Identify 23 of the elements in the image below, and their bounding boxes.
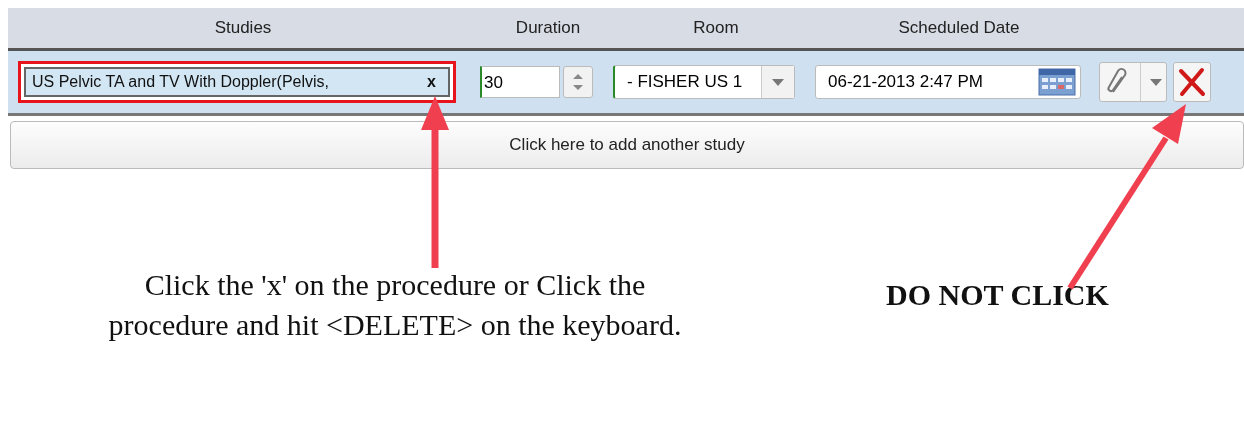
- column-header: Studies: [213, 18, 273, 38]
- calendar-icon: [1038, 68, 1076, 96]
- column-header: Scheduled Date: [897, 18, 1021, 38]
- add-study-button[interactable]: Click here to add another study: [10, 121, 1244, 169]
- caret-icon: [1149, 78, 1162, 86]
- column-header: Duration: [514, 18, 582, 38]
- warning-text: DO NOT CLICK: [886, 277, 1109, 313]
- date-value: 06-21-2013 2:47 PM: [828, 72, 983, 92]
- room-value: - FISHER US 1: [626, 71, 744, 93]
- spinner-arrows-icon: [571, 71, 585, 93]
- delete-button[interactable]: [1173, 62, 1211, 102]
- study-chip[interactable]: US Pelvic TA and TV With Doppler(Pelvis, x: [24, 67, 450, 97]
- room-dropdown[interactable]: - FISHER US 1: [613, 65, 795, 99]
- study-label: US Pelvic TA and TV With Doppler(Pelvis,: [32, 73, 329, 91]
- column-header: Room: [692, 18, 740, 38]
- instruction-text: Click the 'x' on the procedure or Click the procedure and hit <DELETE> on the keyboard.: [107, 267, 683, 343]
- duration-field[interactable]: 30: [480, 66, 560, 98]
- spinner-button[interactable]: [563, 66, 593, 98]
- remove-button[interactable]: x: [427, 73, 436, 91]
- attach-button[interactable]: [1099, 62, 1167, 102]
- caret-icon: [772, 78, 784, 86]
- close-icon: [1177, 67, 1207, 97]
- date-field[interactable]: 06-21-2013 2:47 PM: [815, 65, 1081, 99]
